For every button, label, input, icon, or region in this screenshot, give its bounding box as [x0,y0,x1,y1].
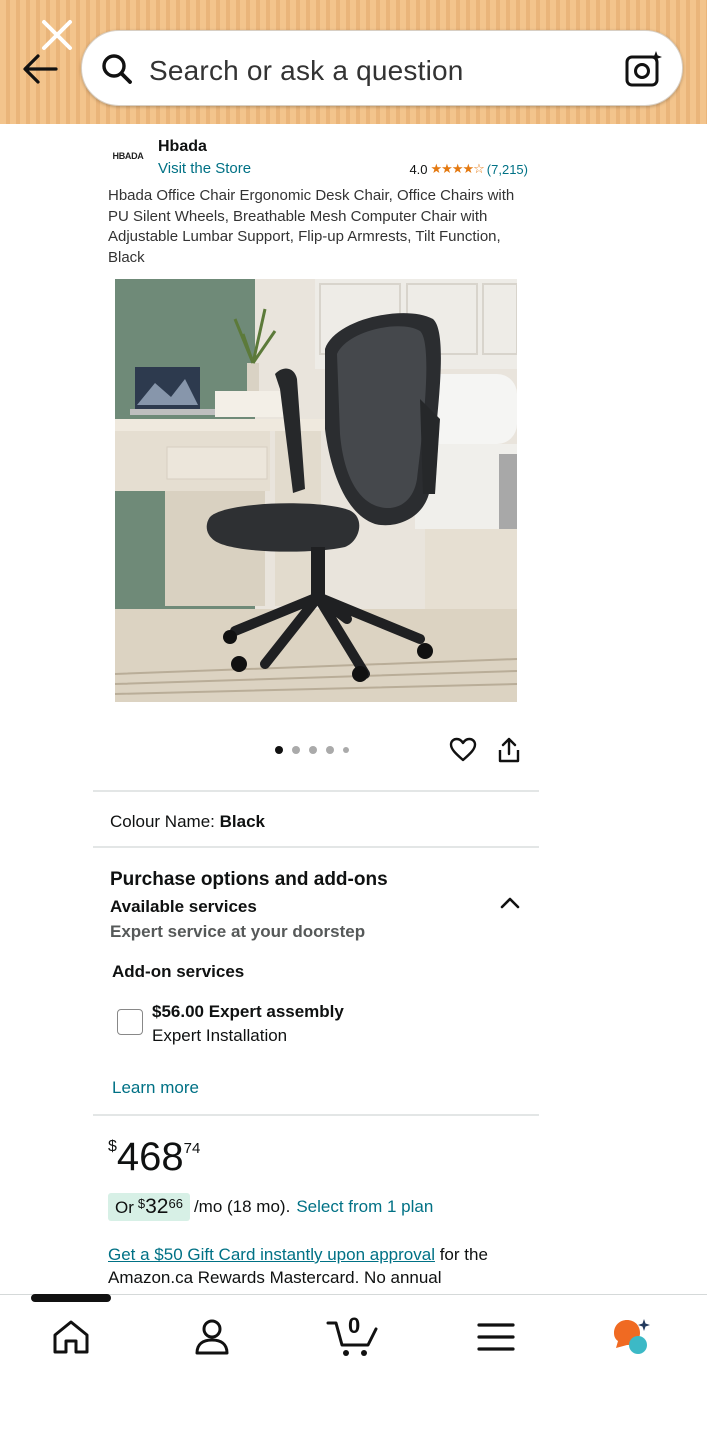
divider [93,846,539,848]
learn-more-link[interactable]: Learn more [112,1078,199,1098]
rating-count[interactable]: (7,215) [487,162,528,177]
colour-row: Colour Name: Black [110,812,265,832]
rating-value: 4.0 [409,161,428,177]
monthly-payment: Or $ 32 66 /mo (18 mo). Select from 1 pl… [108,1193,433,1221]
monthly-terms: /mo (18 mo). [193,1197,291,1216]
divider [93,790,539,792]
search-bar[interactable]: Search or ask a question [81,30,683,106]
cart-count: 0 [348,1313,361,1338]
available-services-label: Available services [110,897,257,916]
menu-icon[interactable] [474,1315,518,1359]
chevron-up-icon[interactable] [499,894,521,910]
brand-row: HBADA Hbada Visit the Store 4.0 ★★★★☆ (7… [108,136,529,180]
heart-icon[interactable] [449,736,477,764]
colour-label: Colour Name: [110,812,215,831]
carousel-dot[interactable] [275,746,283,754]
header-bar: Search or ask a question [0,0,707,124]
product-page: Search or ask a question HBADA Hbada Vis… [0,0,707,1440]
select-plan-link[interactable]: Select from 1 plan [296,1197,433,1217]
addon-price: $56.00 [152,1002,204,1021]
addon-subtitle: Expert Installation [152,1026,288,1045]
camera-lens-icon[interactable] [624,49,664,89]
monthly-symbol: $ [137,1196,146,1211]
active-tab-indicator [31,1294,111,1302]
share-icon[interactable] [496,736,522,764]
product-image[interactable] [115,279,517,702]
addon-name: Expert assembly [208,1002,344,1021]
carousel-dot[interactable] [343,747,349,753]
product-title: Hbada Office Chair Ergonomic Desk Chair,… [108,187,515,266]
monthly-fraction: 66 [168,1196,183,1211]
purchase-options-title[interactable]: Purchase options and add-ons [110,869,388,891]
close-icon[interactable] [40,18,74,52]
monthly-price-badge: Or $ 32 66 [108,1193,190,1221]
addon-services-label: Add-on services [112,962,245,981]
visit-store-link[interactable]: Visit the Store [158,160,251,177]
price-fraction: 74 [183,1140,201,1157]
monthly-whole: 32 [145,1195,169,1218]
rating[interactable]: 4.0 ★★★★☆ (7,215) [409,161,528,177]
brand-name: Hbada [158,138,207,155]
bottom-nav: 0 [0,1294,707,1440]
star-rating-icon: ★★★★☆ [430,161,485,176]
back-arrow-icon[interactable] [20,50,60,88]
rufus-assistant-icon[interactable] [610,1315,654,1359]
image-carousel-dots[interactable] [275,746,349,754]
price-symbol: $ [108,1138,117,1155]
addon-option[interactable]: $56.00 Expert assembly [152,1002,344,1022]
search-icon [102,54,132,84]
gift-card-link[interactable]: Get a $50 Gift Card instantly upon appro… [108,1245,435,1264]
carousel-dot[interactable] [292,746,300,754]
brand-logo[interactable]: HBADA [108,146,148,166]
search-input[interactable]: Search or ask a question [149,55,464,87]
expert-assembly-checkbox[interactable] [117,1009,143,1035]
cart-button[interactable]: 0 [326,1313,382,1359]
expert-service-text: Expert service at your doorstep [110,922,366,941]
colour-value: Black [219,812,265,831]
carousel-dot[interactable] [326,746,334,754]
divider [93,1114,539,1116]
home-icon[interactable] [49,1315,93,1359]
product-price: $ 468 74 [108,1132,200,1182]
account-icon[interactable] [190,1315,234,1359]
gift-card-offer: Get a $50 Gift Card instantly upon appro… [108,1243,528,1289]
price-whole: 468 [116,1135,184,1179]
carousel-dot[interactable] [309,746,317,754]
monthly-prefix: Or [115,1198,134,1217]
